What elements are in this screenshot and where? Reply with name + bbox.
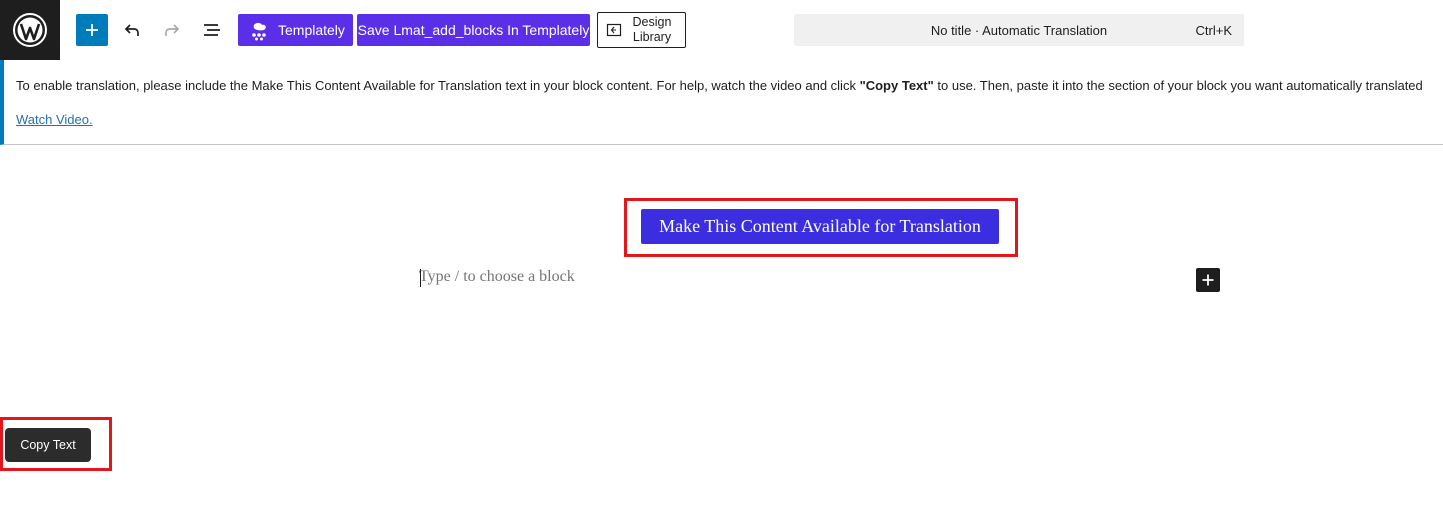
save-in-templately-button[interactable]: Save Lmat_add_blocks In Templately: [357, 14, 590, 46]
command-shortcut: Ctrl+K: [1195, 23, 1232, 38]
copy-text-button[interactable]: Copy Text: [5, 428, 91, 462]
wordpress-logo-icon: [13, 13, 47, 47]
command-palette-bar[interactable]: No title · Automatic Translation Ctrl+K: [794, 14, 1244, 46]
undo-button[interactable]: [118, 16, 146, 44]
notice-text-bold: "Copy Text": [859, 78, 934, 93]
design-library-label-line1: Design: [632, 15, 672, 29]
templately-label: Templately: [278, 22, 345, 38]
block-placeholder[interactable]: Type / to choose a block: [419, 268, 575, 286]
undo-icon: [124, 24, 139, 36]
save-in-templately-label: Save Lmat_add_blocks In Templately: [357, 22, 590, 38]
plus-icon: [86, 24, 98, 36]
redo-button[interactable]: [158, 16, 186, 44]
templately-button[interactable]: Templately: [238, 14, 353, 46]
block-inserter-button[interactable]: [1196, 268, 1220, 292]
editor-header: Templately Save Lmat_add_blocks In Templ…: [0, 0, 1443, 60]
document-overview-button[interactable]: [198, 16, 226, 44]
translation-notice: To enable translation, please include th…: [0, 60, 1443, 145]
text-caret: [420, 269, 421, 287]
watch-video-link[interactable]: Watch Video.: [16, 112, 93, 127]
design-library-icon: [606, 23, 622, 37]
notice-text: To enable translation, please include th…: [16, 78, 1423, 93]
notice-text-before: To enable translation, please include th…: [16, 78, 860, 93]
document-title: No title · Automatic Translation: [930, 23, 1108, 38]
block-inserter-toggle[interactable]: [76, 14, 108, 46]
design-library-label-line2: Library: [632, 30, 672, 44]
wordpress-logo-button[interactable]: [0, 0, 60, 60]
document-overview-icon: [204, 24, 220, 36]
redo-icon: [165, 24, 180, 36]
templately-icon: [252, 22, 266, 41]
plus-icon: [1202, 274, 1214, 286]
design-library-button[interactable]: Design Library: [597, 12, 686, 48]
notice-text-after: to use. Then, paste it into the section …: [933, 78, 1423, 93]
make-content-translatable-button[interactable]: Make This Content Available for Translat…: [641, 209, 999, 244]
